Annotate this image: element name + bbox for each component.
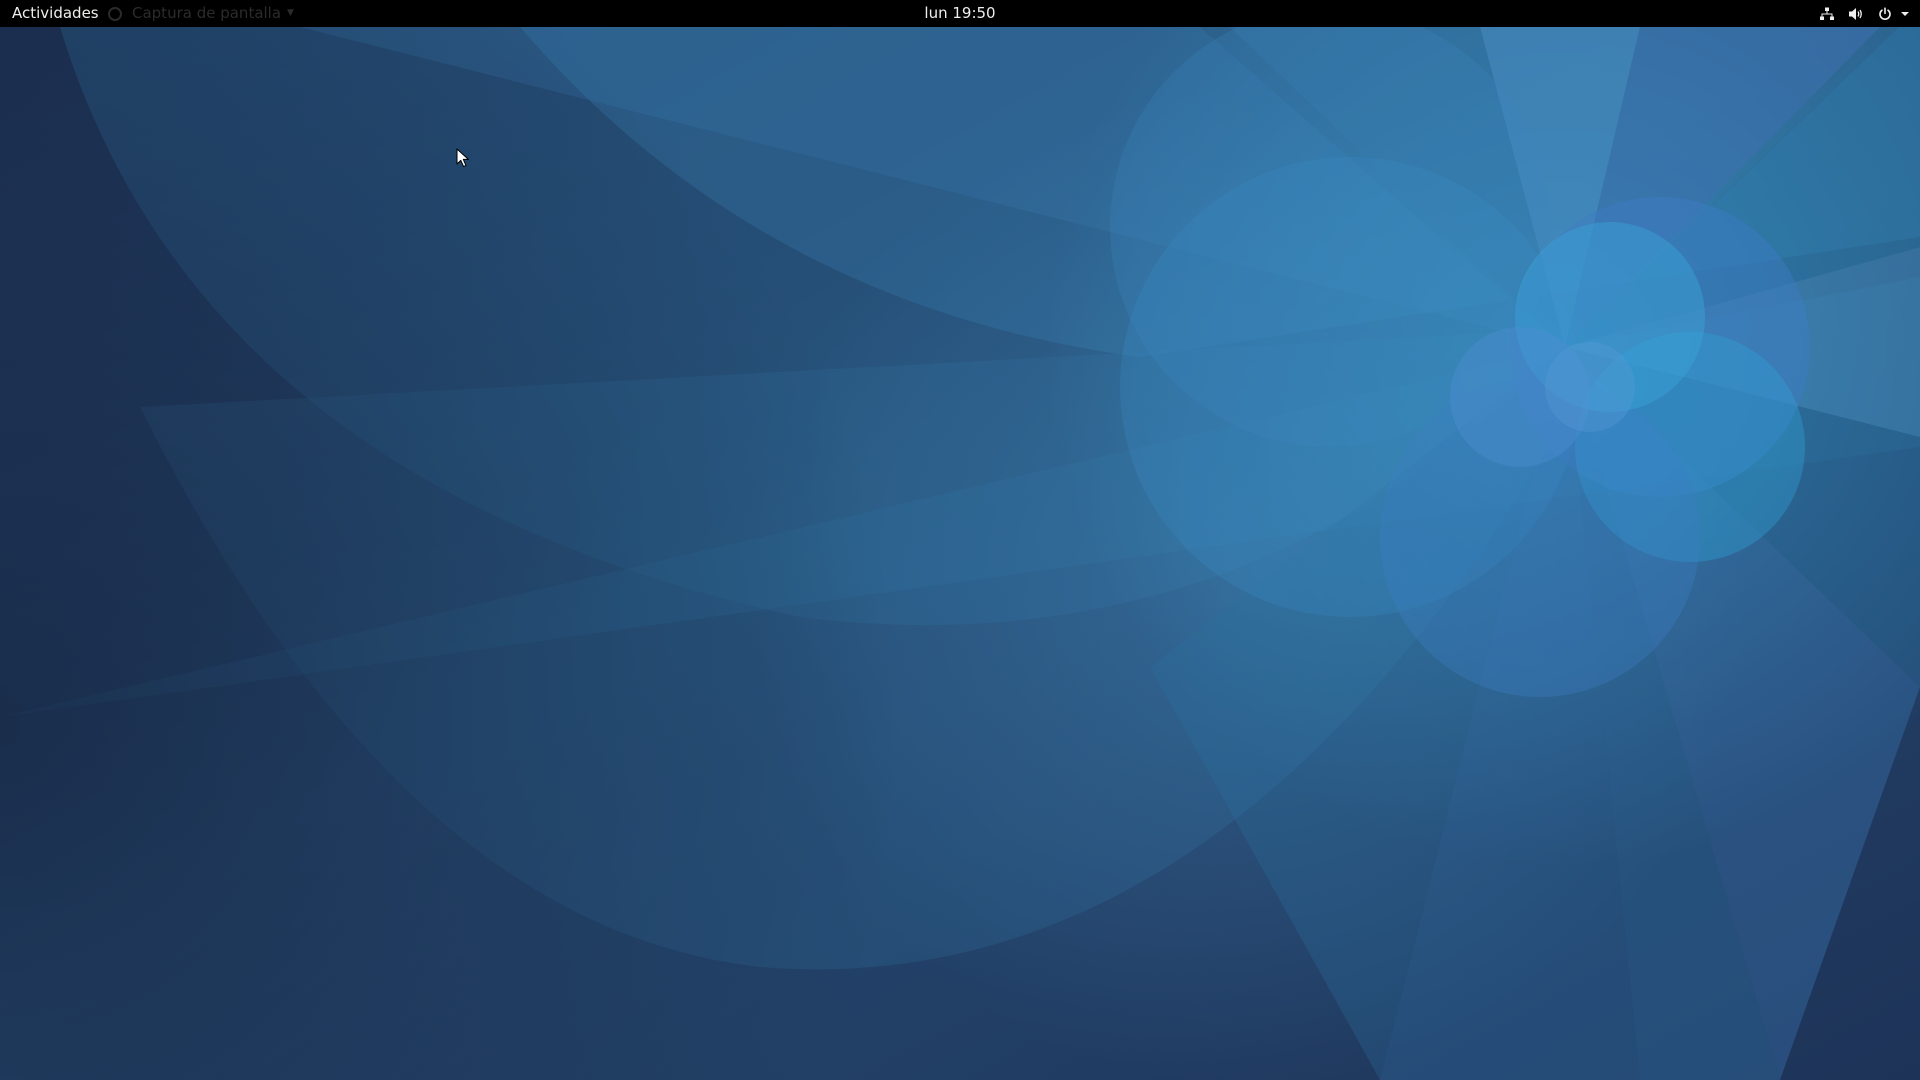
network-wired-icon[interactable] [1819,6,1835,22]
chevron-down-icon[interactable] [1900,6,1910,22]
clock-button[interactable]: lun 19:50 [880,0,1040,27]
app-menu-icon [108,6,122,21]
top-bar: Actividades Captura de pantalla ▼ lun 19… [0,0,1920,27]
power-icon[interactable] [1877,6,1893,22]
pointer-arrow-icon [456,148,470,172]
activities-button[interactable]: Actividades [0,0,111,27]
system-status-area[interactable] [1806,0,1910,27]
desktop-screen: Actividades Captura de pantalla ▼ lun 19… [0,0,1920,1080]
volume-icon[interactable] [1848,6,1864,22]
app-menu-chevron-icon: ▼ [287,8,294,18]
desktop-wallpaper [0,27,1920,1080]
app-menu-label: Captura de pantalla [132,4,282,22]
app-menu-button[interactable]: Captura de pantalla ▼ [108,0,294,27]
